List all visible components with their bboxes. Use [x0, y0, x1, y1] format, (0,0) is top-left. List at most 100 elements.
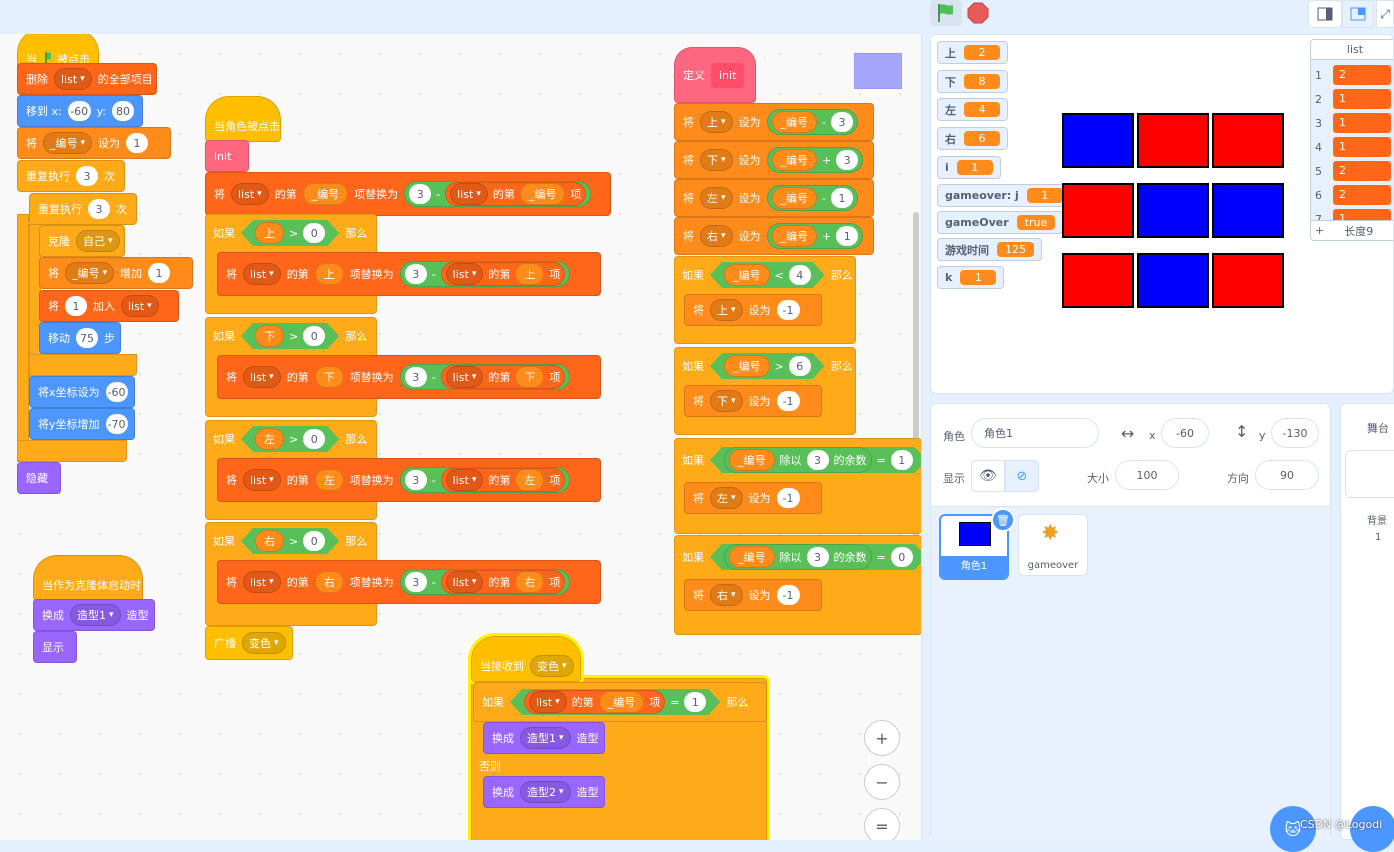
costume-dropdown[interactable]: 造型1	[70, 604, 121, 626]
variable-reporter[interactable]: _编号	[302, 183, 349, 205]
value-input[interactable]: 1	[684, 692, 706, 712]
list-dropdown[interactable]: list	[243, 263, 281, 285]
item-of-list-reporter[interactable]: list 的第 _编号项	[445, 182, 587, 206]
clone-block[interactable]: 克隆 自己	[39, 225, 125, 257]
list-monitor[interactable]: list 12213141526271 + 长度9	[1310, 39, 1393, 241]
variable-reporter[interactable]: 上	[255, 222, 284, 244]
steps-input[interactable]: 75	[76, 328, 98, 348]
define-init-block[interactable]: 定义 init	[674, 47, 756, 103]
list-value[interactable]: 1	[1333, 89, 1391, 109]
subtract-operator[interactable]: _编号 -1	[766, 185, 859, 211]
normal-stage-button[interactable]	[1342, 0, 1374, 28]
set-variable-block[interactable]: 将上设为 _编号-3	[674, 103, 874, 141]
list-dropdown[interactable]: list	[445, 571, 484, 593]
variable-reporter[interactable]: 上	[314, 263, 344, 285]
delete-all-block[interactable]: 删除 list 的全部项目	[17, 63, 157, 95]
x-input[interactable]: -60	[67, 101, 91, 121]
variable-reporter[interactable]: 左	[255, 428, 284, 450]
variable-reporter[interactable]: 左	[515, 469, 545, 491]
variable-dropdown[interactable]: 右	[700, 225, 733, 247]
list-dropdown[interactable]: list	[450, 183, 488, 205]
list-dropdown[interactable]: list	[243, 469, 281, 491]
number-input[interactable]: 3	[831, 112, 854, 132]
variable-dropdown[interactable]: 下	[700, 149, 733, 171]
variable-dropdown[interactable]: 上	[700, 111, 733, 133]
number-input[interactable]: 3	[404, 470, 427, 490]
change-variable-block[interactable]: 将 _编号增加 1	[39, 257, 193, 289]
if-block[interactable]: 如果 左 >0 那么	[205, 420, 377, 458]
list-dropdown[interactable]: list	[243, 571, 281, 593]
subtract-operator[interactable]: 3-list 的第左项	[399, 467, 571, 493]
message-dropdown[interactable]: 变色	[530, 655, 574, 677]
zoom-reset-button[interactable]: =	[864, 808, 900, 840]
if-block[interactable]: 如果 右 >0 那么	[205, 522, 377, 560]
mod-operator[interactable]: _编号 除以 3 的余数	[724, 544, 872, 570]
variable-reporter[interactable]: 右	[255, 530, 284, 552]
fullscreen-button[interactable]: ⤢	[1376, 0, 1394, 28]
if-block[interactable]: 如果 _编号 除以 3 的余数 = 0	[674, 535, 922, 579]
value-input[interactable]: -1	[776, 585, 800, 605]
number-input[interactable]: 1	[831, 188, 854, 208]
list-dropdown[interactable]: list	[445, 366, 484, 388]
mod-operator[interactable]: _编号 除以 3 的余数	[724, 447, 872, 473]
set-x-block[interactable]: 将x坐标设为 -60	[29, 376, 135, 408]
greater-than-operator[interactable]: 左 >0	[241, 426, 339, 452]
add-operator[interactable]: _编号 +3	[766, 147, 864, 173]
replace-item-block[interactable]: 将list的第右项替换为3-list的第右项	[217, 560, 601, 604]
stop-button[interactable]	[966, 1, 990, 25]
code-workspace[interactable]: 当 被点击 删除list的全部项目 移到 x:-60y:80 将_编号设为1 重…	[0, 34, 922, 840]
subtract-operator[interactable]: 3-list 的第上项	[399, 261, 571, 287]
init-call-block[interactable]: init	[205, 140, 249, 172]
list-dropdown[interactable]: list	[445, 263, 484, 285]
set-variable-block[interactable]: 将下设为 _编号 +3	[674, 141, 874, 179]
set-variable-block[interactable]: 将左设为 _编号-1	[674, 179, 874, 217]
value-input[interactable]: 0	[303, 429, 325, 449]
show-hidden-button[interactable]: ⊘	[1005, 460, 1039, 492]
list-dropdown[interactable]: list	[231, 183, 269, 205]
variable-dropdown[interactable]: 右	[710, 584, 743, 606]
list-value[interactable]: 2	[1333, 65, 1391, 85]
if-block[interactable]: 如果 上 >0 那么	[205, 214, 377, 252]
variable-reporter[interactable]: _编号	[771, 225, 818, 247]
list-value[interactable]: 2	[1333, 161, 1391, 181]
move-steps-block[interactable]: 移动 75 步	[39, 322, 121, 354]
add-item-button[interactable]: +	[1315, 224, 1324, 237]
variable-dropdown[interactable]: 上	[710, 299, 743, 321]
green-flag-button[interactable]	[930, 0, 962, 26]
if-else-block[interactable]: 如果 list 的第 _编号项 = 1 那么	[473, 682, 767, 722]
number-input[interactable]: 3	[807, 547, 829, 567]
delete-sprite-button[interactable]: 🗑	[991, 508, 1015, 532]
value-input[interactable]: -1	[776, 488, 800, 508]
replace-item-block[interactable]: 将list的第左项替换为3-list的第左项	[217, 458, 601, 502]
if-block[interactable]: 如果 下 >0 那么	[205, 317, 377, 355]
set-variable-block[interactable]: 将右设为 _编号 +1	[674, 217, 874, 255]
variable-reporter[interactable]: _编号	[724, 355, 770, 377]
repeat-count[interactable]: 3	[76, 166, 98, 186]
variable-reporter[interactable]: _编号	[729, 449, 775, 471]
value-input[interactable]: -1	[776, 300, 800, 320]
if-block[interactable]: 如果 _编号 >6 那么	[674, 347, 856, 385]
direction-field[interactable]: 90	[1255, 460, 1319, 490]
replace-item-block[interactable]: 将list的第下项替换为3-list的第下项	[217, 355, 601, 399]
y-input[interactable]: 80	[112, 101, 134, 121]
greater-than-operator[interactable]: 下 >0	[241, 323, 339, 349]
number-input[interactable]: 3	[404, 264, 427, 284]
variable-dropdown[interactable]: 左	[700, 187, 733, 209]
repeat-count[interactable]: 3	[88, 199, 110, 219]
item-of-list-reporter[interactable]: list 的第上项	[440, 262, 566, 286]
subtract-operator[interactable]: 3-list 的第右项	[399, 569, 571, 595]
set-variable-block[interactable]: 将左设为 -1	[684, 482, 822, 514]
goto-xy-block[interactable]: 移到 x: -60 y: 80	[17, 95, 143, 127]
switch-costume-block[interactable]: 换成造型2 造型	[483, 776, 605, 808]
show-visible-button[interactable]: 👁	[971, 460, 1005, 492]
value-input[interactable]: 0	[303, 223, 325, 243]
size-field[interactable]: 100	[1115, 460, 1179, 490]
variable-reporter[interactable]: 上	[515, 263, 545, 285]
variable-reporter[interactable]: 下	[314, 366, 344, 388]
number-input[interactable]: 3	[836, 150, 859, 170]
number-input[interactable]: 4	[789, 265, 811, 285]
add-to-list-block[interactable]: 将 1 加入 list	[39, 290, 179, 322]
subtract-operator[interactable]: _编号 -3	[766, 109, 859, 135]
zoom-out-button[interactable]: −	[864, 764, 900, 800]
value-input[interactable]: 1	[148, 263, 171, 283]
